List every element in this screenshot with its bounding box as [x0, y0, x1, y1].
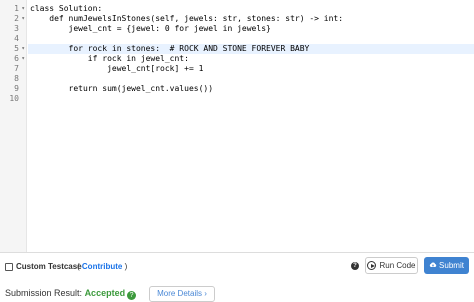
line-number: 3: [14, 24, 19, 33]
contribute-link[interactable]: Contribute: [82, 262, 122, 271]
line-number: 5: [14, 44, 19, 53]
code-line[interactable]: for rock in stones: # ROCK AND STONE FOR…: [30, 44, 310, 54]
fold-arrow-icon[interactable]: ▾: [21, 44, 25, 54]
code-line[interactable]: jewel_cnt = {jewel: 0 for jewel in jewel…: [30, 24, 271, 34]
status-check-icon: ?: [127, 291, 137, 300]
play-icon: [367, 261, 377, 270]
contribute-paren-close: ): [124, 262, 128, 271]
more-details-button[interactable]: More Details ›: [149, 286, 215, 302]
submit-label: Submit: [439, 261, 464, 270]
custom-testcase-checkbox[interactable]: [5, 263, 13, 271]
code-text-area[interactable]: class Solution: def numJewelsInStones(se…: [28, 0, 474, 252]
submit-button[interactable]: Submit: [424, 257, 469, 274]
code-editor[interactable]: 1 ▾ 2 ▾ 3 4 5 ▾ 6 ▾ 7 8 9 10 class Solution:…: [0, 0, 474, 253]
run-code-label: Run Code: [379, 261, 416, 270]
code-line[interactable]: class Solution:: [30, 4, 102, 14]
submission-result: Submission Result: Accepted?: [5, 287, 137, 300]
fold-arrow-icon[interactable]: ▾: [21, 14, 25, 24]
submission-result-label: Submission Result:: [5, 288, 83, 298]
line-number: 6: [14, 54, 19, 63]
code-line[interactable]: jewel_cnt[rock] += 1: [30, 64, 203, 74]
help-icon[interactable]: ?: [351, 262, 359, 270]
fold-arrow-icon[interactable]: ▾: [21, 4, 25, 14]
line-number: 7: [14, 64, 19, 73]
code-line[interactable]: if rock in jewel_cnt:: [30, 54, 189, 64]
custom-testcase-label[interactable]: Custom Testcase: [16, 261, 82, 273]
line-number: 10: [9, 94, 19, 103]
cloud-upload-icon: [429, 262, 437, 267]
accepted-status: Accepted: [84, 288, 126, 298]
code-line[interactable]: return sum(jewel_cnt.values()): [30, 84, 214, 94]
contribute-wrapper: ( Contribute ): [77, 261, 127, 273]
contribute-paren-open: (: [77, 262, 80, 271]
line-number: 9: [14, 84, 19, 93]
line-number: 4: [14, 34, 19, 43]
line-number: 2: [14, 14, 19, 23]
line-number: 1: [14, 4, 19, 13]
run-code-button[interactable]: Run Code: [365, 257, 418, 274]
code-line[interactable]: def numJewelsInStones(self, jewels: str,…: [30, 14, 343, 24]
line-number: 8: [14, 74, 19, 83]
line-number-gutter: 1 ▾ 2 ▾ 3 4 5 ▾ 6 ▾ 7 8 9 10: [0, 0, 27, 252]
fold-arrow-icon[interactable]: ▾: [21, 54, 25, 64]
